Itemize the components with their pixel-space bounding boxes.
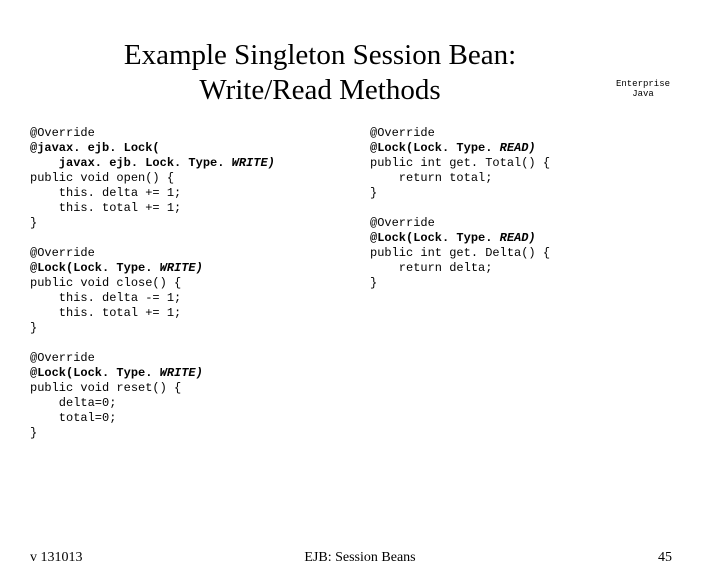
code-line: public void reset() {	[30, 381, 181, 395]
code-line: }	[30, 426, 37, 440]
code-line: public int get. Delta() {	[370, 246, 550, 260]
code-line: }	[370, 276, 377, 290]
code-line: this. total += 1;	[30, 306, 181, 320]
corner-label: Enterprise Java	[616, 80, 670, 100]
code-right-column: @Override @Lock(Lock. Type. READ) public…	[370, 126, 690, 441]
code-line: public void open() {	[30, 171, 174, 185]
code-area: @Override @javax. ejb. Lock( javax. ejb.…	[0, 126, 720, 441]
code-line: this. delta += 1;	[30, 186, 181, 200]
code-line: @Override	[30, 351, 95, 365]
code-em: WRITE)	[160, 366, 203, 380]
code-line: @Lock(Lock. Type.	[370, 141, 500, 155]
code-line: @javax. ejb. Lock(	[30, 141, 160, 155]
code-line: total=0;	[30, 411, 116, 425]
code-line: return delta;	[370, 261, 492, 275]
code-line: @Override	[370, 126, 435, 140]
code-em: READ)	[500, 231, 536, 245]
corner-line2: Java	[632, 89, 654, 99]
code-line: this. total += 1;	[30, 201, 181, 215]
code-line: javax. ejb. Lock. Type.	[30, 156, 232, 170]
code-em: WRITE)	[232, 156, 275, 170]
code-line: this. delta -= 1;	[30, 291, 181, 305]
code-line: @Lock(Lock. Type.	[370, 231, 500, 245]
code-line: @Lock(Lock. Type.	[30, 261, 160, 275]
code-line: public int get. Total() {	[370, 156, 550, 170]
code-line: @Override	[30, 246, 95, 260]
title-line1: Example Singleton Session Bean:	[124, 39, 516, 71]
code-line: public void close() {	[30, 276, 181, 290]
code-line: }	[370, 186, 377, 200]
code-line: }	[30, 216, 37, 230]
code-em: READ)	[500, 141, 536, 155]
code-line: @Override	[30, 126, 95, 140]
code-left-column: @Override @javax. ejb. Lock( javax. ejb.…	[30, 126, 370, 441]
code-line: return total;	[370, 171, 492, 185]
code-line: @Lock(Lock. Type.	[30, 366, 160, 380]
footer-title: EJB: Session Beans	[0, 550, 720, 566]
title-line2: Write/Read Methods	[199, 74, 440, 106]
page-number: 45	[658, 550, 672, 566]
corner-line1: Enterprise	[616, 79, 670, 89]
slide-title: Example Singleton Session Bean: Write/Re…	[40, 38, 600, 108]
code-em: WRITE)	[160, 261, 203, 275]
code-line: @Override	[370, 216, 435, 230]
code-line: }	[30, 321, 37, 335]
code-line: delta=0;	[30, 396, 116, 410]
